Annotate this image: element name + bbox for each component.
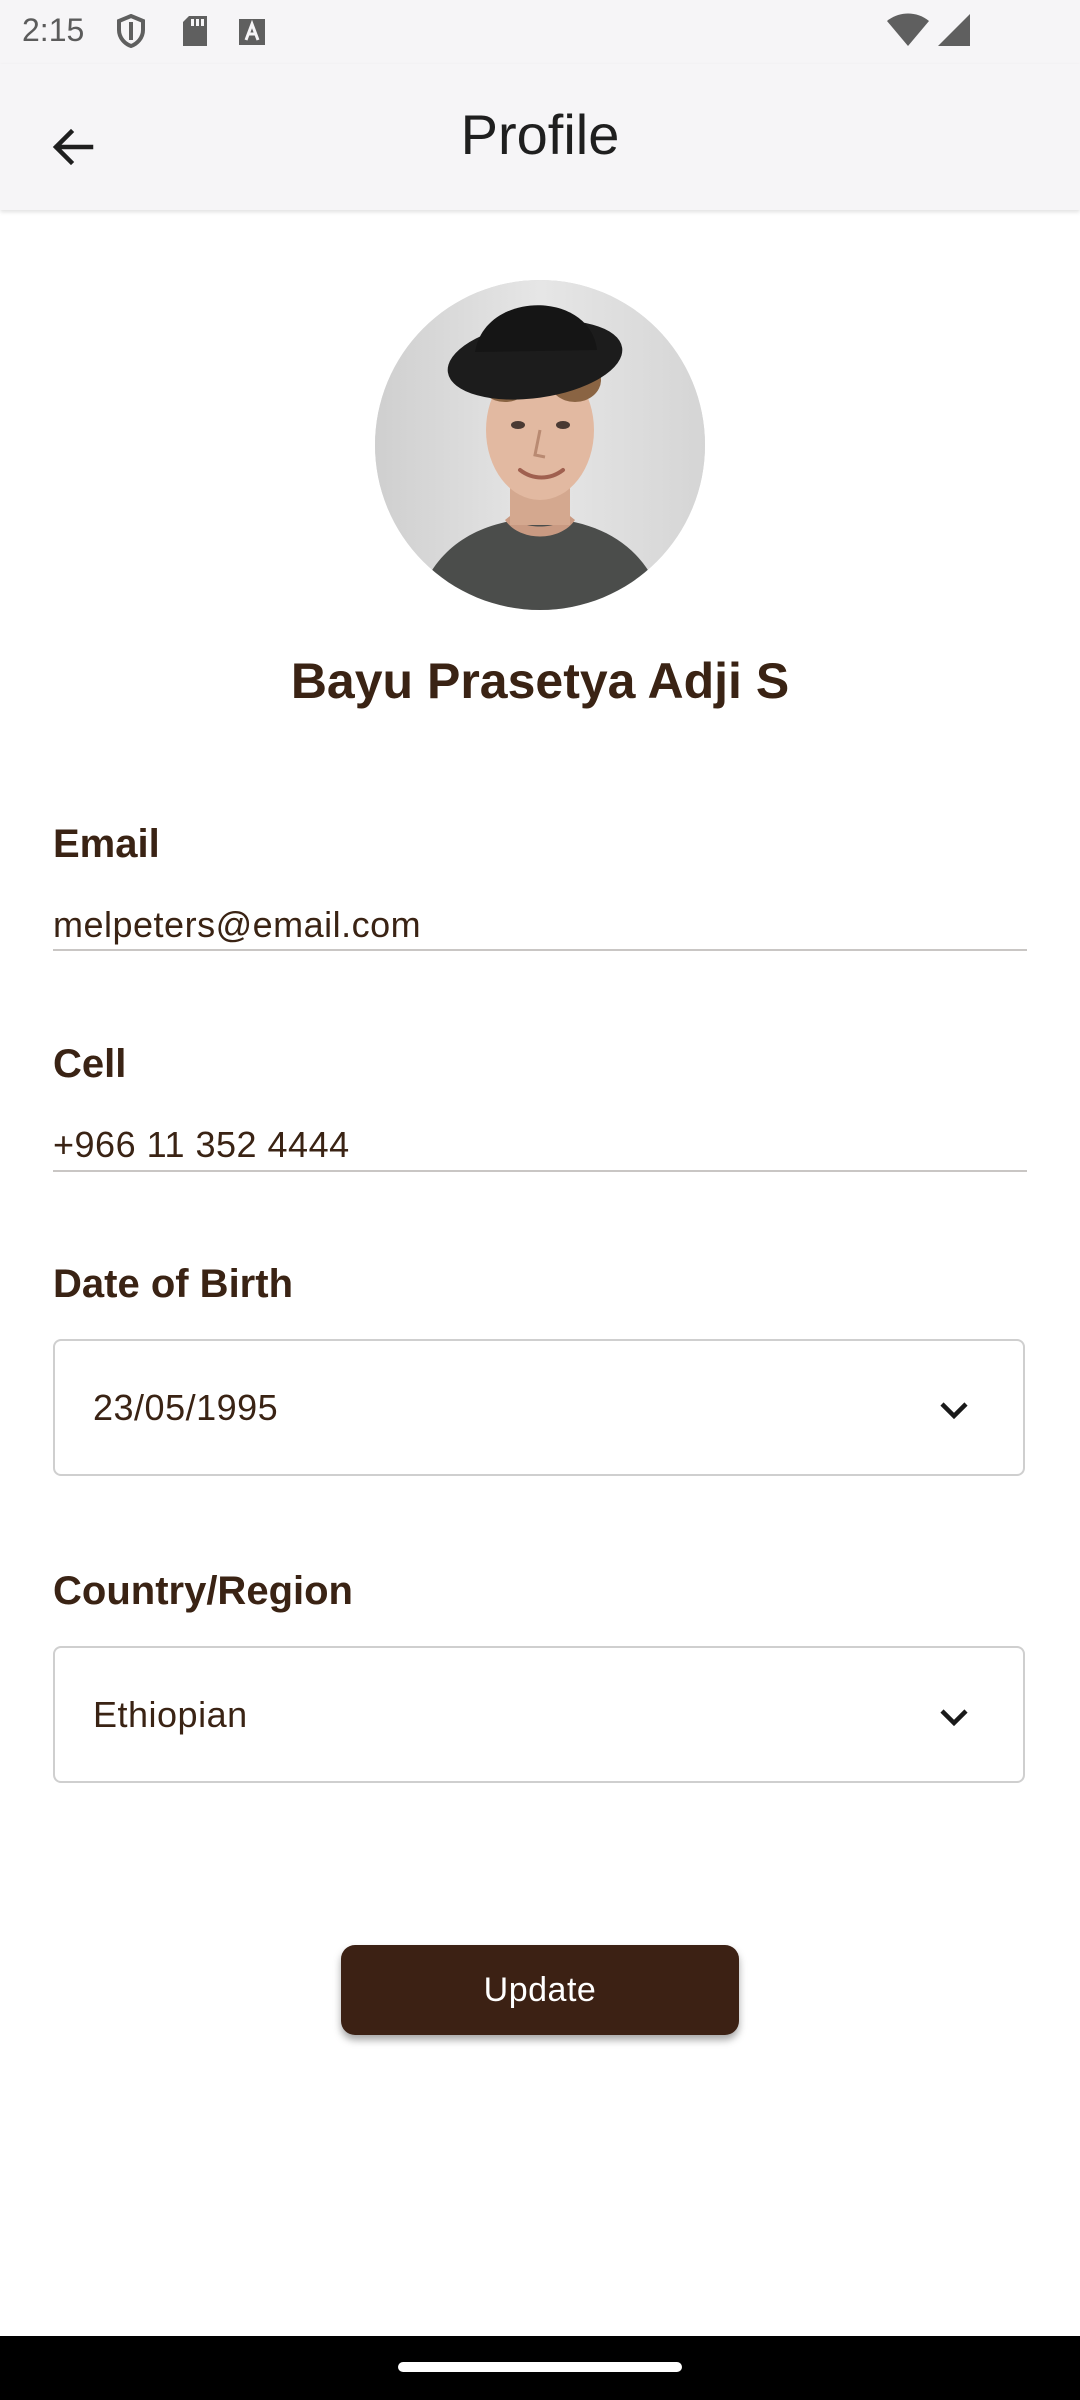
country-dropdown[interactable]: Ethiopian	[53, 1646, 1025, 1783]
country-label: Country/Region	[53, 1569, 353, 1613]
signal-icon	[938, 14, 970, 46]
page-title: Profile	[460, 103, 620, 166]
app-bar: Profile	[0, 64, 1080, 210]
sd-card-icon	[183, 16, 207, 46]
avatar[interactable]	[375, 280, 705, 610]
status-bar: 2:15	[0, 0, 1080, 64]
email-label: Email	[53, 822, 160, 866]
cell-divider	[53, 1170, 1027, 1172]
profile-name: Bayu Prasetya Adji S	[290, 653, 790, 709]
status-time: 2:15	[22, 12, 85, 48]
chevron-down-icon	[940, 1709, 968, 1727]
chevron-down-icon	[940, 1402, 968, 1420]
email-divider	[53, 949, 1027, 951]
home-indicator[interactable]	[398, 2362, 682, 2372]
shield-icon	[117, 14, 145, 48]
country-value: Ethiopian	[93, 1694, 248, 1735]
dob-label: Date of Birth	[53, 1262, 293, 1306]
cell-field[interactable]: +966 11 352 4444	[53, 1124, 350, 1166]
dob-dropdown[interactable]: 23/05/1995	[53, 1339, 1025, 1476]
email-field[interactable]: melpeters@email.com	[53, 904, 421, 946]
cell-label: Cell	[53, 1042, 127, 1086]
wifi-icon	[887, 13, 929, 46]
avatar-photo	[375, 280, 705, 610]
font-a-icon	[239, 19, 265, 45]
update-button[interactable]: Update	[341, 1945, 739, 2035]
dob-value: 23/05/1995	[93, 1387, 279, 1428]
